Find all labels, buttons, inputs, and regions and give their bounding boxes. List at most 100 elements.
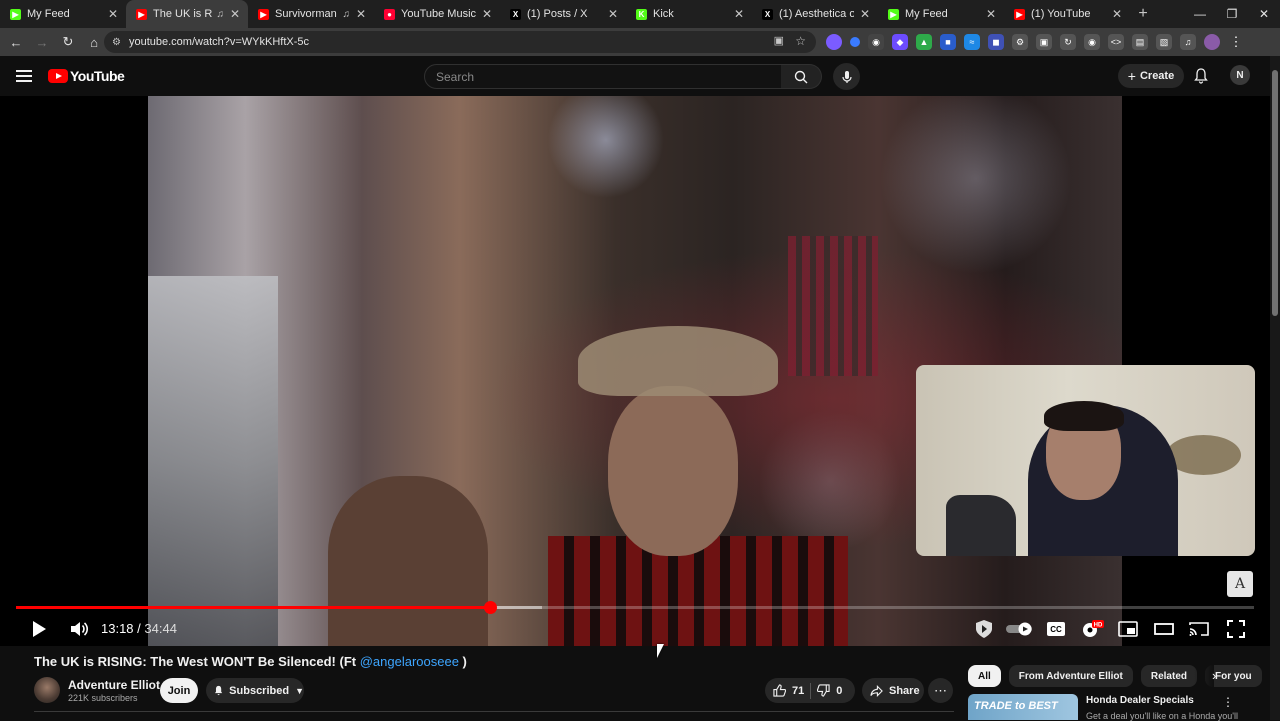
progress-bar[interactable] xyxy=(16,601,1254,614)
extension-icon[interactable] xyxy=(826,34,842,50)
captions-button[interactable]: CC xyxy=(1045,616,1067,642)
profile-avatar-icon[interactable] xyxy=(1204,34,1220,50)
home-icon[interactable]: ⌂ xyxy=(82,30,106,54)
code-icon[interactable]: <> xyxy=(1108,34,1124,50)
tab-close-icon[interactable]: ✕ xyxy=(1112,7,1122,21)
browser-tab[interactable]: K Kick ✕ xyxy=(626,0,752,28)
fullscreen-button[interactable] xyxy=(1225,616,1247,642)
channel-watermark-icon[interactable]: A xyxy=(1227,571,1253,597)
browser-tab[interactable]: ▶ The UK is RISING:♫ ✕ xyxy=(126,0,248,28)
restore-icon[interactable]: ❐ xyxy=(1216,0,1248,28)
ad-thumbnail[interactable]: TRADE to BEST xyxy=(968,694,1078,720)
install-app-icon[interactable]: ▣ xyxy=(774,34,784,47)
share-label: Share xyxy=(889,684,920,697)
notifications-button[interactable] xyxy=(1191,66,1211,86)
tab-close-icon[interactable]: ✕ xyxy=(860,7,870,21)
miniplayer-button[interactable] xyxy=(1117,616,1139,642)
like-button[interactable]: 71 xyxy=(765,678,804,703)
page-scrollbar[interactable] xyxy=(1270,56,1280,720)
mention-link[interactable]: @angelarooseee xyxy=(360,654,459,669)
youtube-logo[interactable]: YouTube xyxy=(48,68,125,84)
cast-button[interactable] xyxy=(1188,616,1210,642)
subscribed-button[interactable]: Subscribed ▼ xyxy=(206,678,304,703)
extension-icon[interactable]: ◼ xyxy=(988,34,1004,50)
minimize-icon[interactable]: — xyxy=(1184,0,1216,28)
create-button[interactable]: + Create xyxy=(1118,64,1184,88)
voice-search-button[interactable] xyxy=(833,63,860,90)
tab-close-icon[interactable]: ✕ xyxy=(986,7,996,21)
extension-icon[interactable]: ■ xyxy=(940,34,956,50)
site-info-icon[interactable]: ⚙ xyxy=(112,37,121,48)
join-button[interactable]: Join xyxy=(160,678,198,703)
tab-audio-icon[interactable]: ♫ xyxy=(216,9,224,20)
ad-title[interactable]: Honda Dealer Specials xyxy=(1086,695,1194,706)
scrollbar-thumb[interactable] xyxy=(1272,70,1278,316)
filter-chip[interactable]: Related xyxy=(1140,665,1197,687)
description-divider xyxy=(34,711,954,712)
close-window-icon[interactable]: ✕ xyxy=(1248,0,1280,28)
share-button[interactable]: Share xyxy=(862,678,924,703)
profile-switch-icon[interactable]: ▧ xyxy=(1156,34,1172,50)
street-scene xyxy=(148,276,278,646)
autoplay-toggle[interactable] xyxy=(1005,616,1035,642)
new-tab-button[interactable]: + xyxy=(1130,0,1156,28)
extension-icon[interactable]: ▲ xyxy=(916,34,932,50)
browser-tab[interactable]: ▶ My Feed ✕ xyxy=(878,0,1004,28)
tab-close-icon[interactable]: ✕ xyxy=(356,7,366,21)
browser-tab[interactable]: X (1) Posts / X ✕ xyxy=(500,0,626,28)
mouse-cursor-icon xyxy=(657,644,664,658)
dislike-button[interactable]: 0 xyxy=(817,678,842,703)
settings-button[interactable]: HD xyxy=(1080,616,1104,642)
browser-tab[interactable]: ● YouTube Music ✕ xyxy=(374,0,500,28)
more-actions-button[interactable]: ⋯ xyxy=(928,678,953,703)
tab-title: Kick xyxy=(653,8,674,20)
address-bar[interactable]: ⚙ youtube.com/watch?v=WYkKHftX-5c ▣ ☆ xyxy=(104,31,816,53)
search-button[interactable] xyxy=(781,64,822,89)
extension-icon[interactable] xyxy=(850,37,860,47)
menu-kebab-icon[interactable]: ⋮ xyxy=(1228,34,1244,50)
play-button[interactable] xyxy=(28,616,50,642)
tab-close-icon[interactable]: ✕ xyxy=(230,7,240,21)
sidebar-icon[interactable]: ▤ xyxy=(1132,34,1148,50)
video-title: The UK is RISING: The West WON'T Be Sile… xyxy=(34,654,467,669)
media-controls-icon[interactable]: ♫ xyxy=(1180,34,1196,50)
menu-icon[interactable] xyxy=(14,66,34,86)
browser-tab[interactable]: ▶ Survivorman - Les Stro ♫ ✕ xyxy=(248,0,374,28)
bookmark-star-icon[interactable]: ☆ xyxy=(795,34,806,48)
play-icon xyxy=(33,621,46,637)
account-avatar[interactable]: N xyxy=(1230,65,1250,85)
tab-close-icon[interactable]: ✕ xyxy=(482,7,492,21)
tab-audio-icon[interactable]: ♫ xyxy=(342,9,350,20)
video-player[interactable]: A 13:18 / 34:44 CC HD xyxy=(0,96,1270,646)
tab-close-icon[interactable]: ✕ xyxy=(734,7,744,21)
browser-tab[interactable]: ▶ My Feed ✕ xyxy=(0,0,126,28)
back-icon[interactable]: ← xyxy=(4,30,28,54)
filter-chip[interactable]: From Adventure Elliot xyxy=(1008,665,1133,687)
volume-button[interactable] xyxy=(68,616,90,642)
theater-mode-button[interactable] xyxy=(1153,616,1175,642)
extension-icon[interactable]: ◉ xyxy=(868,34,884,50)
reload-icon[interactable]: ↻ xyxy=(56,30,80,54)
filter-chip[interactable]: All xyxy=(968,665,1001,687)
channel-name[interactable]: Adventure Elliot xyxy=(68,678,160,692)
channel-avatar[interactable] xyxy=(34,677,60,703)
browser-tab[interactable]: ▶ (1) YouTube ✕ xyxy=(1004,0,1130,28)
extension-icon[interactable]: ≈ xyxy=(964,34,980,50)
create-label: Create xyxy=(1139,70,1175,82)
volume-icon xyxy=(71,622,88,636)
tab-close-icon[interactable]: ✕ xyxy=(608,7,618,21)
extension-icon[interactable]: ⚙ xyxy=(1012,34,1028,50)
chevron-right-icon[interactable]: › xyxy=(1212,668,1216,683)
forward-icon[interactable]: → xyxy=(30,30,54,54)
plus-icon: + xyxy=(1127,68,1136,84)
tab-close-icon[interactable]: ✕ xyxy=(108,7,118,21)
search-input[interactable]: Search xyxy=(424,64,782,89)
puzzle-extensions-icon[interactable]: ▣ xyxy=(1036,34,1052,50)
tab-favicon-icon: ▶ xyxy=(10,8,21,20)
ad-menu-kebab-icon[interactable]: ⋮ xyxy=(1222,695,1234,709)
browser-tab[interactable]: X (1) Aesthetica on X: "A ✕ xyxy=(752,0,878,28)
camera-icon[interactable]: ◉ xyxy=(1084,34,1100,50)
sponsorblock-button[interactable] xyxy=(972,616,996,642)
extension-icon[interactable]: ◆ xyxy=(892,34,908,50)
history-icon[interactable]: ↻ xyxy=(1060,34,1076,50)
